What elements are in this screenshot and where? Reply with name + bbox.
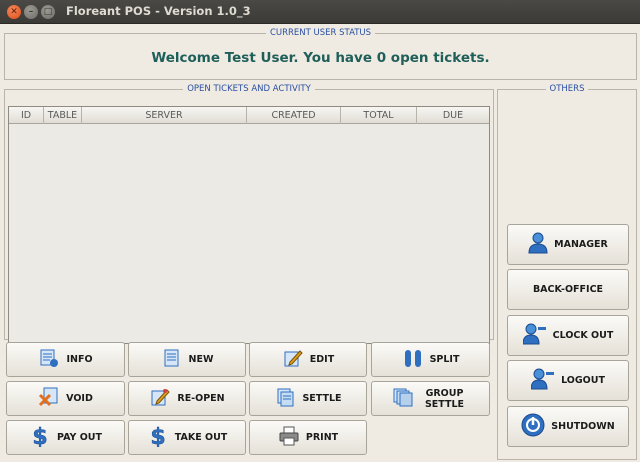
group-settle-doc-icon <box>392 387 414 410</box>
svg-text:$: $ <box>150 425 165 447</box>
window-maximize-icon[interactable]: □ <box>41 5 55 19</box>
dollar-icon: $ <box>29 425 51 451</box>
user-minus-icon <box>530 368 555 393</box>
user-icon <box>528 232 548 257</box>
info-label: INFO <box>66 354 93 365</box>
logout-button[interactable]: LOGOUT <box>507 360 629 401</box>
current-user-status-legend: CURRENT USER STATUS <box>269 28 372 38</box>
clock-out-button[interactable]: CLOCK OUT <box>507 315 629 356</box>
svg-text:$: $ <box>32 425 47 447</box>
window-title: Floreant POS - Version 1.0_3 <box>66 4 251 18</box>
settle-label: SETTLE <box>302 393 342 404</box>
shutdown-label: SHUTDOWN <box>551 421 615 432</box>
split-label: SPLIT <box>429 354 460 365</box>
reopen-pencil-icon <box>149 387 171 410</box>
take-out-button[interactable]: $ TAKE OUT <box>128 420 246 455</box>
open-tickets-panel: OPEN TICKETS AND ACTIVITY ID TABLE SERVE… <box>4 84 494 344</box>
column-header-total[interactable]: TOTAL <box>341 107 417 124</box>
edit-button[interactable]: EDIT <box>249 342 367 377</box>
power-icon <box>521 413 545 440</box>
column-header-created[interactable]: CREATED <box>247 107 341 124</box>
current-user-status-panel: CURRENT USER STATUS Welcome Test User. Y… <box>4 28 637 80</box>
back-office-button[interactable]: BACK-OFFICE <box>507 269 629 310</box>
manager-button[interactable]: MANAGER <box>507 224 629 265</box>
new-doc-icon <box>161 348 183 371</box>
column-header-table[interactable]: TABLE <box>44 107 82 124</box>
shutdown-button[interactable]: SHUTDOWN <box>507 406 629 447</box>
info-button[interactable]: INFO <box>6 342 125 377</box>
print-button[interactable]: PRINT <box>249 420 367 455</box>
void-button[interactable]: VOID <box>6 381 125 416</box>
split-button[interactable]: SPLIT <box>371 342 490 377</box>
open-tickets-legend: OPEN TICKETS AND ACTIVITY <box>187 84 311 94</box>
logout-label: LOGOUT <box>561 375 605 386</box>
manager-label: MANAGER <box>554 239 608 250</box>
edit-pencil-icon <box>282 348 304 371</box>
tickets-table-header: ID TABLE SERVER CREATED TOTAL DUE <box>9 107 489 124</box>
window-minimize-icon[interactable]: – <box>24 5 38 19</box>
tickets-table[interactable]: ID TABLE SERVER CREATED TOTAL DUE <box>8 106 490 344</box>
back-office-label: BACK-OFFICE <box>532 284 604 295</box>
print-label: PRINT <box>305 432 339 443</box>
settle-doc-icon <box>274 387 296 410</box>
take-out-label: TAKE OUT <box>174 432 228 443</box>
clock-out-label: CLOCK OUT <box>552 330 614 341</box>
group-settle-label: GROUP SETTLE <box>424 387 465 410</box>
pay-out-button[interactable]: $ PAY OUT <box>6 420 125 455</box>
new-ticket-button[interactable]: NEW <box>128 342 246 377</box>
void-label: VOID <box>66 393 93 404</box>
void-doc-icon <box>38 387 60 410</box>
pay-out-label: PAY OUT <box>57 432 102 443</box>
settle-button[interactable]: SETTLE <box>249 381 367 416</box>
new-label: NEW <box>188 354 214 365</box>
user-minus-icon <box>522 323 547 348</box>
pos-window: ✕ – □ Floreant POS - Version 1.0_3 CURRE… <box>0 0 640 462</box>
window-close-icon[interactable]: ✕ <box>7 5 21 19</box>
dollar-icon: $ <box>147 425 169 451</box>
split-bars-icon <box>402 348 424 371</box>
column-header-server[interactable]: SERVER <box>82 107 247 124</box>
column-header-id[interactable]: ID <box>9 107 44 124</box>
reopen-button[interactable]: RE-OPEN <box>128 381 246 416</box>
others-legend: OTHERS <box>549 84 585 94</box>
edit-label: EDIT <box>309 354 335 365</box>
title-bar: ✕ – □ Floreant POS - Version 1.0_3 <box>0 0 640 24</box>
column-header-due[interactable]: DUE <box>417 107 489 124</box>
reopen-label: RE-OPEN <box>177 393 225 404</box>
welcome-message: Welcome Test User. You have 0 open ticke… <box>151 50 490 66</box>
printer-icon <box>278 426 300 449</box>
group-settle-button[interactable]: GROUP SETTLE <box>371 381 490 416</box>
info-doc-icon <box>38 348 60 371</box>
